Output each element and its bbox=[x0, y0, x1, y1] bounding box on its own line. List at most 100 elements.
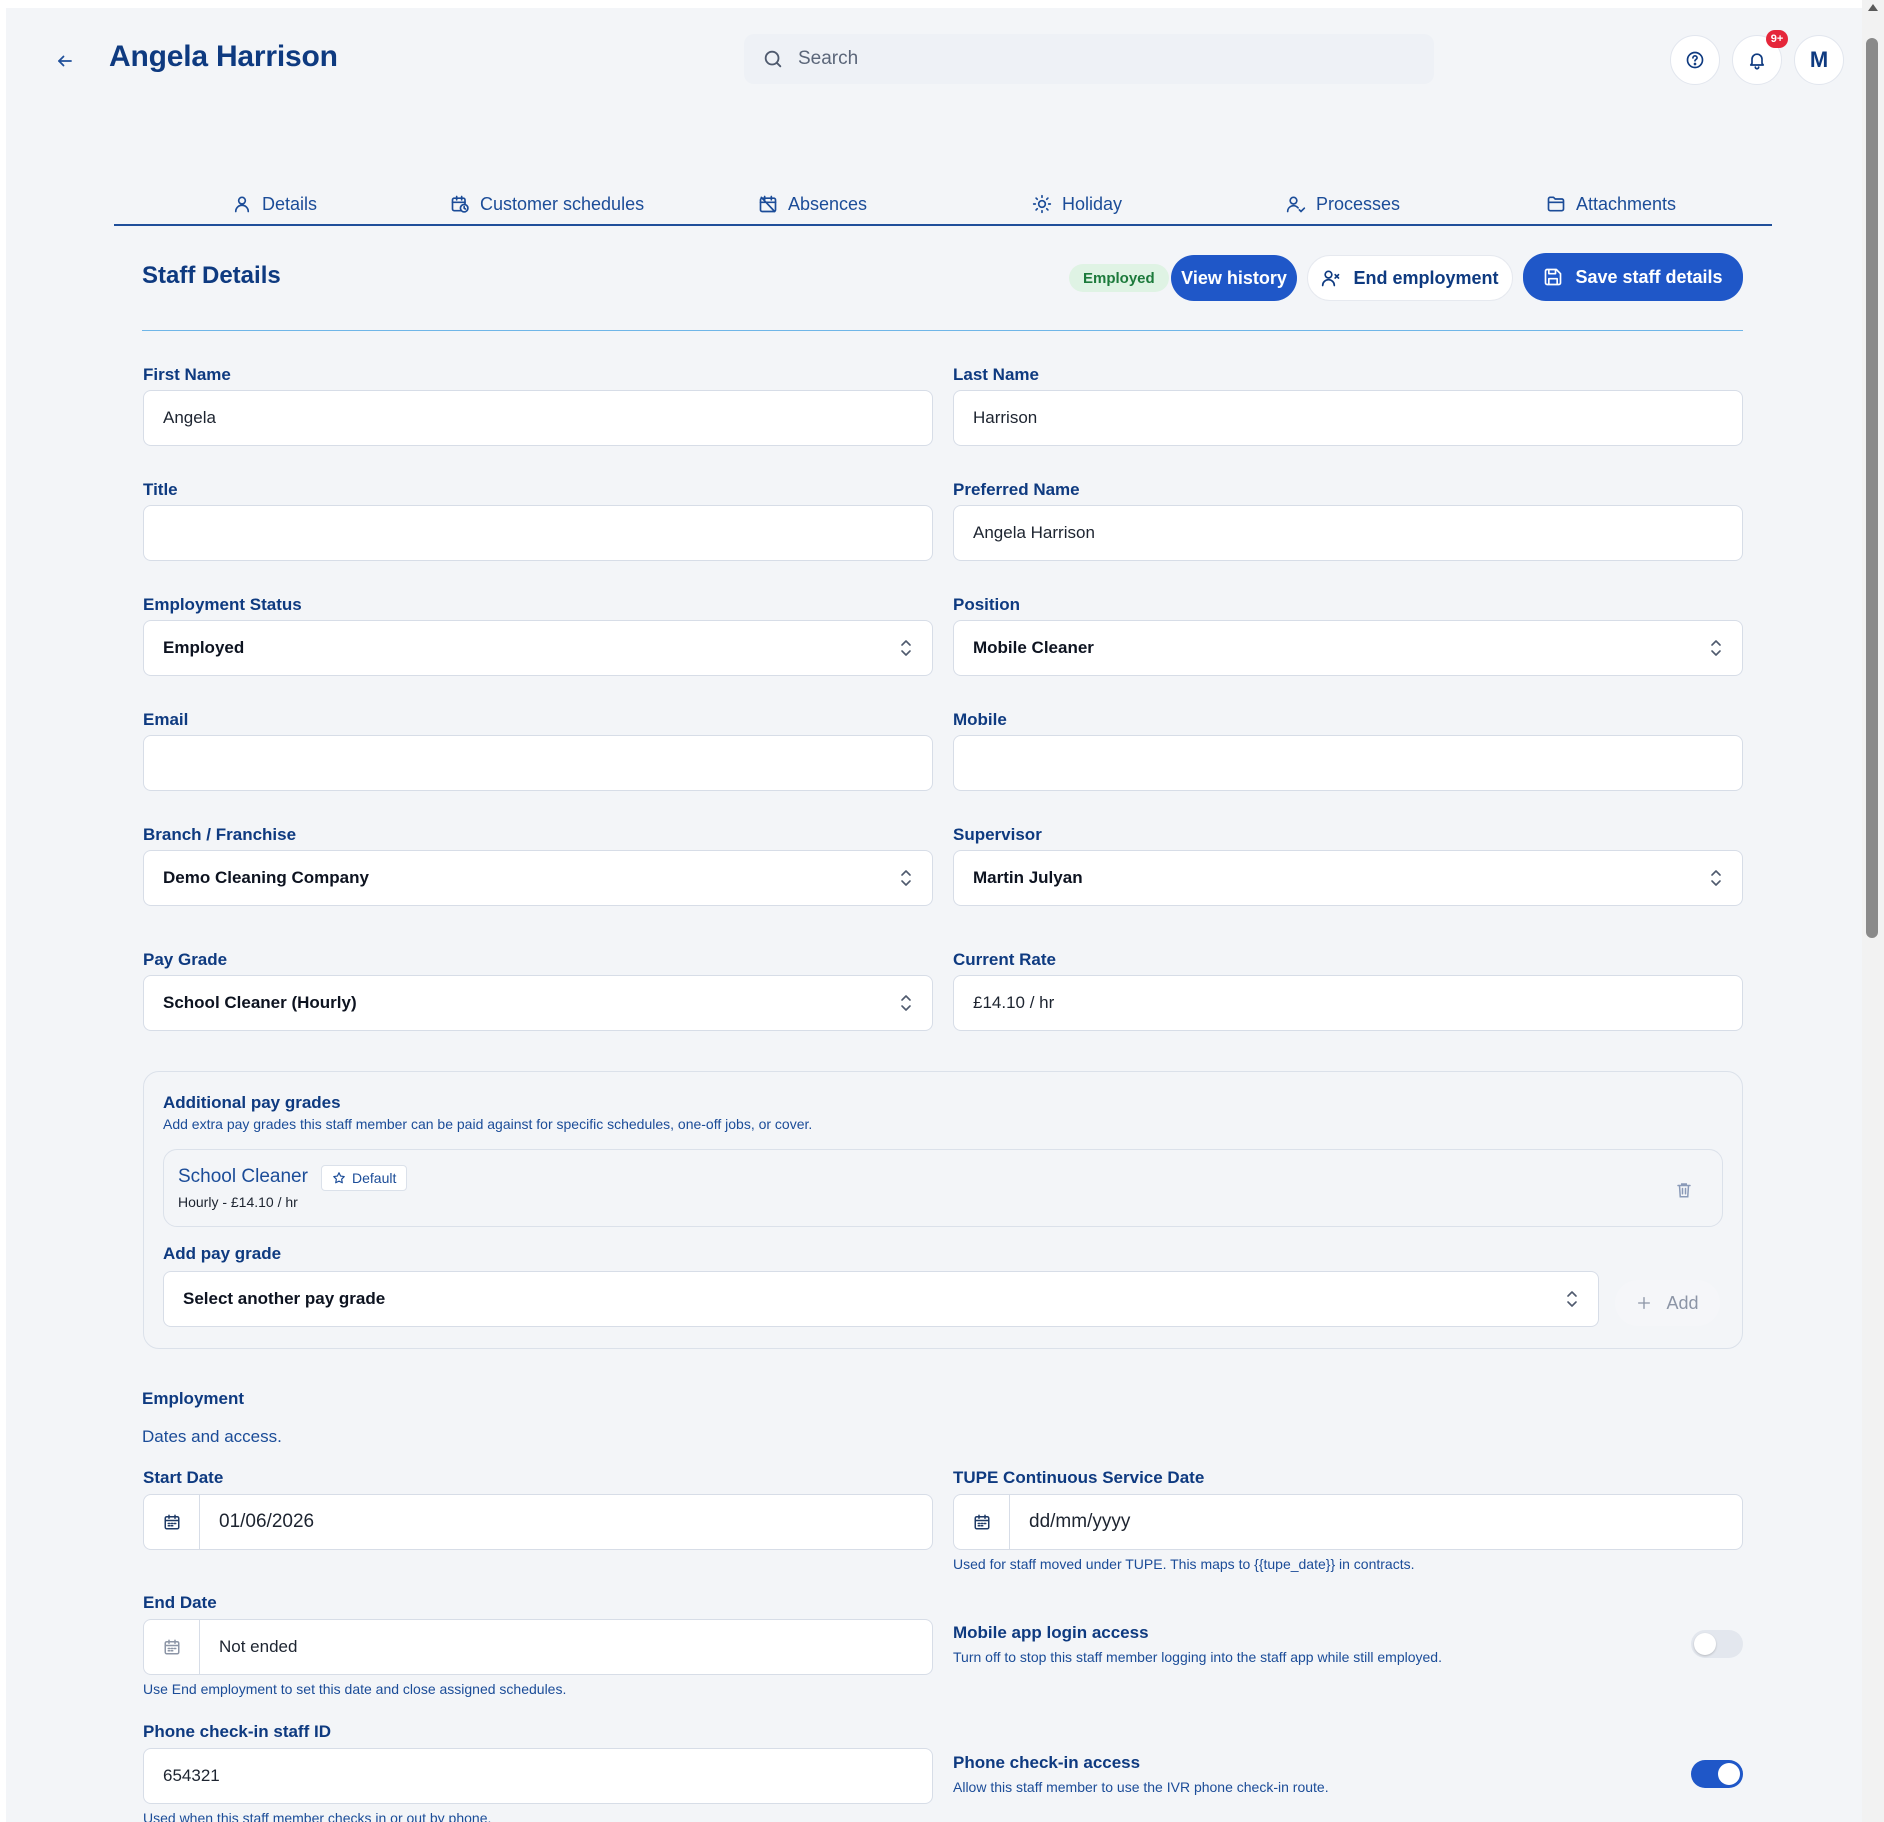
end-date-help: Use End employment to set this date and … bbox=[143, 1681, 567, 1697]
calendar-off-icon bbox=[759, 195, 777, 213]
branch-select[interactable]: Demo Cleaning Company bbox=[143, 850, 933, 906]
view-history-button[interactable]: View history bbox=[1171, 255, 1297, 301]
back-button[interactable] bbox=[50, 46, 80, 76]
tupe-date-help: Used for staff moved under TUPE. This ma… bbox=[953, 1556, 1415, 1572]
tab-label: Details bbox=[262, 193, 318, 214]
calendar-icon[interactable] bbox=[954, 1495, 1010, 1549]
phone-id-field[interactable] bbox=[143, 1748, 933, 1804]
mobile-input[interactable] bbox=[973, 753, 1723, 773]
section-divider bbox=[142, 330, 1743, 331]
search-bar[interactable] bbox=[744, 34, 1434, 84]
additional-pay-grades-subtitle: Add extra pay grades this staff member c… bbox=[163, 1116, 813, 1132]
last-name-label: Last Name bbox=[953, 365, 1039, 384]
chevron-up-down-icon bbox=[901, 640, 911, 656]
tab-label: Absences bbox=[788, 193, 868, 214]
scrollbar[interactable] bbox=[1862, 0, 1884, 1822]
current-rate-field[interactable] bbox=[953, 975, 1743, 1031]
phone-id-help: Used when this staff member checks in or… bbox=[143, 1810, 492, 1822]
preferred-name-label: Preferred Name bbox=[953, 480, 1080, 499]
pay-grade-name: School Cleaner bbox=[178, 1166, 308, 1187]
tab-attachments[interactable]: Attachments bbox=[1546, 184, 1676, 224]
delete-pay-grade-button[interactable] bbox=[1670, 1176, 1698, 1204]
current-rate-input[interactable] bbox=[973, 993, 1723, 1013]
position-select[interactable]: Mobile Cleaner bbox=[953, 620, 1743, 676]
calendar-clock-icon bbox=[451, 195, 469, 213]
employment-status-select[interactable]: Employed bbox=[143, 620, 933, 676]
first-name-input[interactable] bbox=[163, 408, 913, 428]
position-value: Mobile Cleaner bbox=[973, 638, 1094, 657]
chevron-up-down-icon bbox=[1711, 640, 1721, 656]
phone-access-toggle[interactable] bbox=[1691, 1760, 1743, 1788]
tab-label: Customer schedules bbox=[480, 193, 645, 214]
pay-grade-label: Pay Grade bbox=[143, 950, 228, 969]
default-badge: Default bbox=[321, 1165, 408, 1191]
mobile-field[interactable] bbox=[953, 735, 1743, 791]
tab-bar: Details Customer schedules Absences Holi… bbox=[114, 184, 1772, 226]
toggle-knob bbox=[1718, 1763, 1740, 1785]
tupe-date-field[interactable] bbox=[953, 1494, 1743, 1550]
employment-status-label: Employment Status bbox=[143, 595, 302, 614]
search-icon bbox=[764, 50, 782, 68]
scroll-up-arrow-icon[interactable] bbox=[1868, 4, 1878, 11]
tab-processes[interactable]: Processes bbox=[1286, 184, 1400, 224]
tab-customer-schedules[interactable]: Customer schedules bbox=[450, 184, 644, 224]
supervisor-value: Martin Julyan bbox=[973, 868, 1083, 887]
employment-subtitle: Dates and access. bbox=[142, 1427, 282, 1446]
user-x-icon bbox=[1322, 270, 1340, 287]
save-staff-details-button[interactable]: Save staff details bbox=[1523, 253, 1743, 301]
scrollbar-thumb[interactable] bbox=[1866, 38, 1878, 938]
first-name-field[interactable] bbox=[143, 390, 933, 446]
start-date-input[interactable] bbox=[200, 1511, 800, 1533]
add-pay-grade-select[interactable]: Select another pay grade bbox=[163, 1271, 1599, 1327]
notification-badge: 9+ bbox=[1766, 30, 1788, 48]
user-avatar[interactable]: M bbox=[1794, 35, 1844, 85]
pay-grade-detail: Hourly - £14.10 / hr bbox=[178, 1194, 298, 1210]
search-input[interactable] bbox=[798, 48, 1398, 70]
plus-icon bbox=[1638, 1297, 1651, 1309]
help-circle-icon bbox=[1686, 51, 1704, 69]
help-button[interactable] bbox=[1670, 35, 1720, 85]
mobile-app-access-subtitle: Turn off to stop this staff member loggi… bbox=[953, 1649, 1442, 1665]
additional-pay-grades-title: Additional pay grades bbox=[163, 1093, 341, 1112]
tab-absences[interactable]: Absences bbox=[758, 184, 867, 224]
supervisor-select[interactable]: Martin Julyan bbox=[953, 850, 1743, 906]
calendar-icon[interactable] bbox=[144, 1495, 200, 1549]
title-input[interactable] bbox=[163, 523, 913, 543]
mobile-app-access-toggle[interactable] bbox=[1691, 1630, 1743, 1658]
sun-icon bbox=[1032, 194, 1052, 214]
email-field[interactable] bbox=[143, 735, 933, 791]
email-input[interactable] bbox=[163, 753, 913, 773]
tab-details[interactable]: Details bbox=[232, 184, 317, 224]
last-name-field[interactable] bbox=[953, 390, 1743, 446]
phone-id-input[interactable] bbox=[163, 1766, 913, 1786]
end-employment-button[interactable]: End employment bbox=[1307, 255, 1513, 301]
chevron-up-down-icon bbox=[1711, 870, 1721, 886]
last-name-input[interactable] bbox=[973, 408, 1723, 428]
staff-details-page: Angela Harrison 9+ M Details Customer sc… bbox=[0, 0, 1884, 1822]
preferred-name-field[interactable] bbox=[953, 505, 1743, 561]
folder-icon bbox=[1547, 196, 1565, 212]
first-name-label: First Name bbox=[143, 365, 231, 384]
arrow-left-icon bbox=[58, 55, 72, 67]
add-pay-grade-placeholder: Select another pay grade bbox=[183, 1289, 386, 1308]
email-label: Email bbox=[143, 710, 189, 729]
position-label: Position bbox=[953, 595, 1021, 614]
end-date-label: End Date bbox=[143, 1593, 217, 1612]
user-icon bbox=[234, 196, 250, 213]
default-badge-label: Default bbox=[352, 1170, 397, 1186]
pay-grade-select[interactable]: School Cleaner (Hourly) bbox=[143, 975, 933, 1031]
supervisor-label: Supervisor bbox=[953, 825, 1042, 844]
start-date-label: Start Date bbox=[143, 1468, 224, 1487]
tupe-date-input[interactable] bbox=[1010, 1511, 1610, 1533]
page-title: Angela Harrison bbox=[109, 40, 338, 73]
start-date-field[interactable] bbox=[143, 1494, 933, 1550]
title-field[interactable] bbox=[143, 505, 933, 561]
end-date-input[interactable] bbox=[200, 1637, 800, 1657]
tab-holiday[interactable]: Holiday bbox=[1032, 184, 1122, 224]
employment-status-value: Employed bbox=[163, 638, 245, 657]
phone-access-title: Phone check-in access bbox=[953, 1753, 1141, 1772]
mobile-app-access-title: Mobile app login access bbox=[953, 1623, 1149, 1642]
add-pay-grade-button[interactable]: Add bbox=[1615, 1280, 1720, 1326]
preferred-name-input[interactable] bbox=[973, 523, 1723, 543]
end-date-field[interactable] bbox=[143, 1619, 933, 1675]
